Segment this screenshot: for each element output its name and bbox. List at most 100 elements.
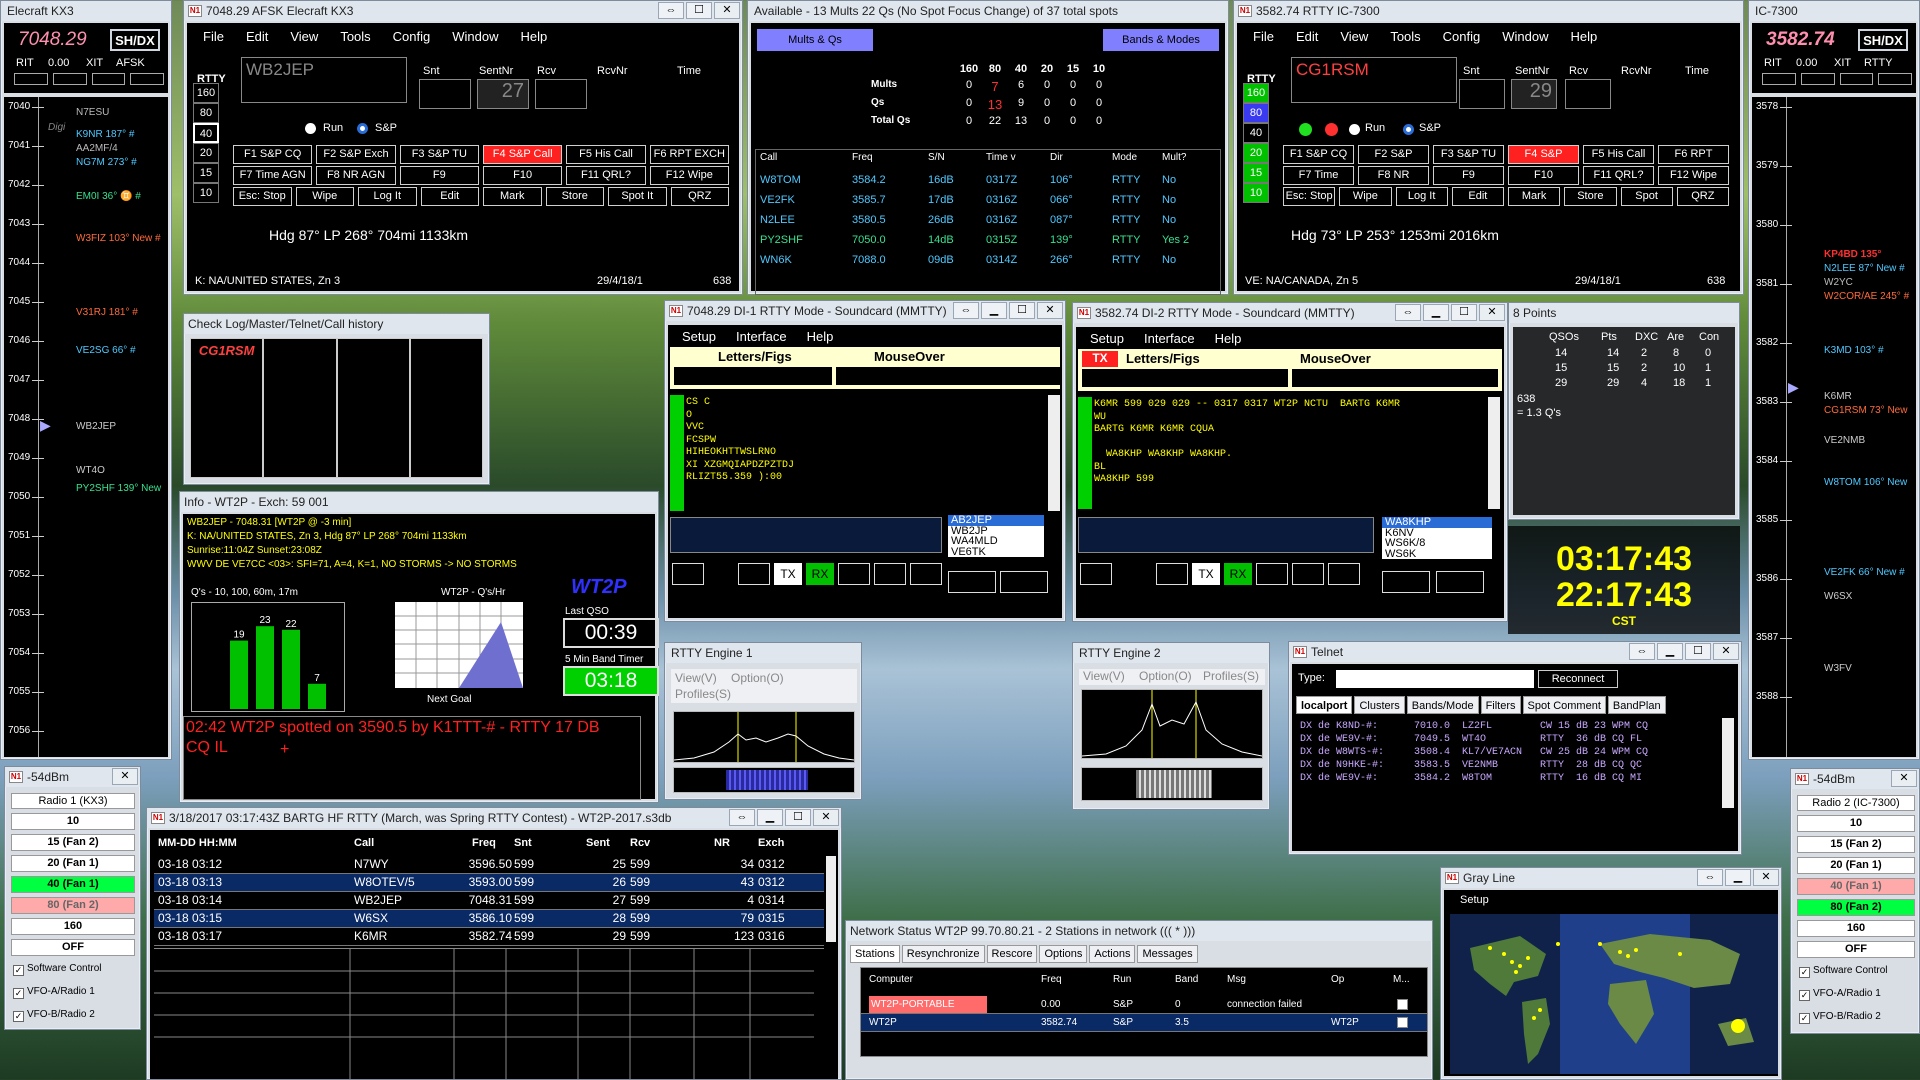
log-col-header[interactable]: Snt [514,837,532,849]
radio1-band-button[interactable]: 20 (Fan 1) [11,855,135,872]
avail-cell[interactable]: 0 [957,79,981,91]
radio2-checkbox[interactable]: ✓ [1799,967,1810,978]
ic7300-spot-3[interactable]: W2COR/AE 245° # [1824,291,1909,302]
avail-cell[interactable]: 0 [1035,79,1059,91]
ic7300-band-scale[interactable]: 3578 3579 3580 3581 3582 3583 3584 3585 3586 3587… [1752,97,1916,757]
avail-col-header[interactable]: Mode [1112,152,1137,163]
mmtty1-btn-g[interactable] [1000,571,1048,593]
log-col-header[interactable]: Rcv [630,837,650,849]
grayline-close-button[interactable]: ✕ [1753,869,1779,886]
entry2-menu-file[interactable]: File [1253,29,1274,44]
kx3-spot-4[interactable]: NG7M 273° # [76,157,137,168]
entry2-fkey-spot[interactable]: Spot [1620,187,1673,206]
mmtty2-tx-buffer[interactable] [1078,517,1374,553]
network-col-header[interactable]: Op [1331,974,1344,985]
entry1-fkey-edit[interactable]: Edit [420,187,479,206]
radio1-band-button[interactable]: 80 (Fan 2) [11,897,135,914]
avail-col-header[interactable]: Call [760,152,777,163]
mmtty2-btn-b[interactable] [1156,563,1188,585]
entry1-band-160[interactable]: 160 [193,83,219,103]
entry2-fkey-store[interactable]: Store [1564,187,1617,206]
mmtty2-call-item[interactable]: WA8KHP [1382,517,1492,528]
mmtty2-call-item[interactable]: WS6K/8 [1382,538,1492,549]
engine1-profiles-menu[interactable]: Profiles(S) [675,687,731,701]
telnet-tab-bands-mode[interactable]: Bands/Mode [1406,696,1479,714]
avail-col-header[interactable]: S/N [928,152,945,163]
entry1-fkey-esc-stop[interactable]: Esc: Stop [233,187,292,206]
ic7300-spot-4[interactable]: K3MD 103° # [1824,345,1884,356]
grayline-minimize-button[interactable]: ▁ [1725,869,1751,886]
entry1-run-radio[interactable] [305,123,316,134]
mmtty2-btn-e[interactable] [1328,563,1360,585]
entry2-menu-tools[interactable]: Tools [1390,29,1420,44]
entry2-sp-radio[interactable] [1403,124,1414,135]
entry2-fkey-wipe[interactable]: Wipe [1339,187,1392,206]
entry1-fkey-f1-s-p-cq[interactable]: F1 S&P CQ [233,145,313,164]
mmtty1-btn-e[interactable] [910,563,942,585]
entry1-band-15[interactable]: 15 [193,163,219,183]
entry1-fkey-f2-s-p-exch[interactable]: F2 S&P Exch [316,145,396,164]
mmtty2-menu-interface[interactable]: Interface [1144,331,1195,346]
entry2-fkey-mark[interactable]: Mark [1508,187,1561,206]
entry1-fkey-qrz[interactable]: QRZ [670,187,729,206]
avail-cell[interactable]: 13 [1009,115,1033,127]
mmtty2-letters-figs[interactable]: Letters/Figs [1126,351,1200,366]
entry2-fkey-f4-s-p[interactable]: F4 S&P [1508,145,1579,164]
avail-cell[interactable]: 9 [1009,97,1033,109]
avail-cell[interactable]: 13 [983,97,1007,112]
bands-modes-button[interactable]: Bands & Modes [1103,29,1219,51]
mmtty1-call-item[interactable]: VE6TK [948,546,1044,558]
avail-cell[interactable]: 6 [1009,79,1033,91]
network-tab-messages[interactable]: Messages [1137,945,1198,963]
network-row[interactable]: WT2P-PORTABLE 0.00 S&P 0 connection failed [861,996,1427,1014]
engine1-spectrum[interactable] [673,711,855,763]
entry2-fkey-edit[interactable]: Edit [1451,187,1504,206]
network-tab-resynchronize[interactable]: Resynchronize [901,945,985,963]
radio1-close-button[interactable]: ✕ [112,768,138,785]
engine2-option-menu[interactable]: Option(O) [1139,669,1192,683]
mmtty1-minimize-button[interactable]: ▁ [981,302,1007,319]
kx3-spot-1[interactable]: Digi [48,122,65,133]
entry2-fkey-f5-his-call[interactable]: F5 His Call [1583,145,1654,164]
kx3-spot-8[interactable]: VE2SG 66° # [76,345,136,356]
entry2-fkey-qrz[interactable]: QRZ [1676,187,1729,206]
radio2-band-button[interactable]: 40 (Fan 1) [1797,878,1915,895]
entry1-menu-tools[interactable]: Tools [340,29,370,44]
radio1-band-button[interactable]: 160 [11,918,135,935]
network-checkbox[interactable] [1397,1017,1408,1028]
telnet-spot-line[interactable]: DX de N9HKE-#: 3583.5 VE2NMB RTTY 28 dB … [1300,759,1720,772]
log-row[interactable]: 03-18 03:17 K6MR 3582.74 599 29 599 123 0316 [154,928,824,946]
mmtty1-rx-button[interactable]: RX [806,563,834,585]
network-col-header[interactable]: M... [1393,974,1410,985]
mmtty2-tx-button[interactable]: TX [1192,563,1220,585]
mmtty1-rx-text[interactable]: CS C O VVC FCSPW HIHEOKHTTWSLRNO XI XZGMQIAPD… [686,397,986,485]
entry2-rcv-field[interactable] [1565,79,1611,109]
telnet-spot-line[interactable]: DX de WE9V-#: 7049.5 WT4O RTTY 36 dB CQ … [1300,733,1720,746]
entry2-fkey-f11-qrl-[interactable]: F11 QRL? [1583,166,1654,185]
mmtty2-btn-c[interactable] [1256,563,1288,585]
ic7300-spot-10[interactable]: W6SX [1824,591,1852,602]
entry2-fkey-f10[interactable]: F10 [1508,166,1579,185]
telnet-spot-lines[interactable]: DX de K8ND-#: 7010.0 LZ2FL CW 15 dB 23 W… [1300,720,1720,785]
entry1-fkey-f8-nr-agn[interactable]: F8 NR AGN [316,166,396,185]
radio1-checkbox[interactable]: ✓ [13,988,24,999]
avail-cell[interactable]: 7 [983,79,1007,94]
telnet-tab-clusters[interactable]: Clusters [1354,696,1405,714]
avail-cell[interactable]: 0 [1061,79,1085,91]
engine2-profiles-menu[interactable]: Profiles(S) [1203,669,1259,683]
entry1-fkey-f10[interactable]: F10 [483,166,563,185]
engine1-option-menu[interactable]: Option(O) [731,671,784,685]
mmtty1-btn-b[interactable] [738,563,770,585]
entry1-band-10[interactable]: 10 [193,183,219,203]
network-tab-options[interactable]: Options [1039,945,1088,963]
avail-cell[interactable]: 22 [983,115,1007,127]
radio2-band-button[interactable]: 160 [1797,920,1915,937]
mmtty1-btn-a[interactable] [672,563,704,585]
entry1-fkey-f11-qrl-[interactable]: F11 QRL? [566,166,646,185]
mmtty1-btn-d[interactable] [874,563,906,585]
radio1-band-button[interactable]: 40 (Fan 1) [11,876,135,893]
entry2-menu-edit[interactable]: Edit [1296,29,1318,44]
log-col-header[interactable]: Call [354,837,374,849]
log-col-header[interactable]: NR [714,837,730,849]
telnet-spot-line[interactable]: DX de WE9V-#: 3584.2 W8TOM RTTY 16 dB CQ… [1300,772,1720,785]
